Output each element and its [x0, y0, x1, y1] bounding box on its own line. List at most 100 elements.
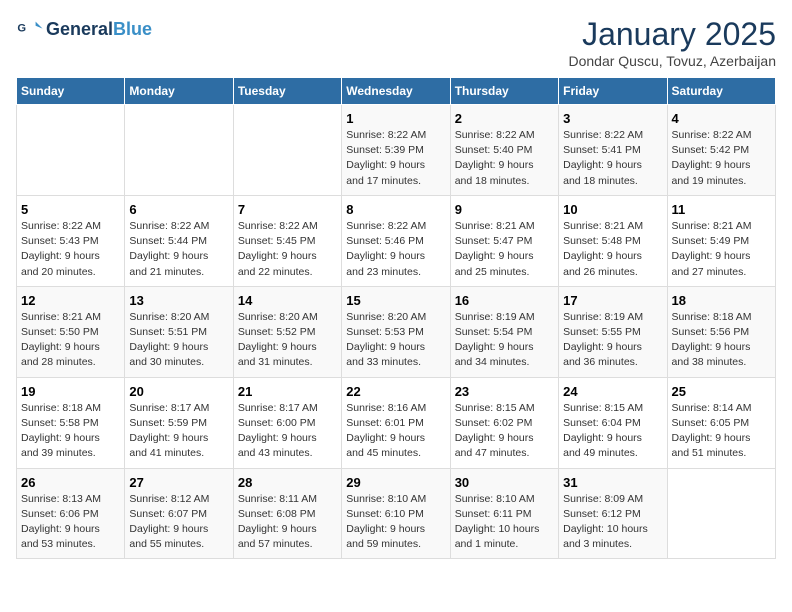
title-area: January 2025 Dondar Quscu, Tovuz, Azerba… — [568, 16, 776, 69]
day-number: 21 — [238, 384, 337, 399]
day-info: Sunrise: 8:20 AM Sunset: 5:52 PM Dayligh… — [238, 310, 337, 371]
day-info: Sunrise: 8:09 AM Sunset: 6:12 PM Dayligh… — [563, 492, 662, 553]
calendar-cell: 2 Sunrise: 8:22 AM Sunset: 5:40 PM Daylig… — [450, 105, 558, 196]
day-number: 13 — [129, 293, 228, 308]
calendar-cell: 19 Sunrise: 8:18 AM Sunset: 5:58 PM Dayli… — [17, 377, 125, 468]
day-number: 6 — [129, 202, 228, 217]
day-info: Sunrise: 8:10 AM Sunset: 6:11 PM Dayligh… — [455, 492, 554, 553]
calendar-cell: 8 Sunrise: 8:22 AM Sunset: 5:46 PM Daylig… — [342, 195, 450, 286]
day-number: 14 — [238, 293, 337, 308]
calendar-cell: 7 Sunrise: 8:22 AM Sunset: 5:45 PM Daylig… — [233, 195, 341, 286]
calendar-cell: 29 Sunrise: 8:10 AM Sunset: 6:10 PM Dayli… — [342, 468, 450, 559]
calendar-cell: 12 Sunrise: 8:21 AM Sunset: 5:50 PM Dayli… — [17, 286, 125, 377]
weekday-friday: Friday — [559, 78, 667, 105]
day-number: 25 — [672, 384, 771, 399]
day-number: 16 — [455, 293, 554, 308]
calendar-table: SundayMondayTuesdayWednesdayThursdayFrid… — [16, 77, 776, 559]
day-info: Sunrise: 8:22 AM Sunset: 5:46 PM Dayligh… — [346, 219, 445, 280]
day-info: Sunrise: 8:19 AM Sunset: 5:55 PM Dayligh… — [563, 310, 662, 371]
weekday-saturday: Saturday — [667, 78, 775, 105]
day-info: Sunrise: 8:15 AM Sunset: 6:04 PM Dayligh… — [563, 401, 662, 462]
day-info: Sunrise: 8:11 AM Sunset: 6:08 PM Dayligh… — [238, 492, 337, 553]
day-info: Sunrise: 8:22 AM Sunset: 5:42 PM Dayligh… — [672, 128, 771, 189]
day-info: Sunrise: 8:21 AM Sunset: 5:48 PM Dayligh… — [563, 219, 662, 280]
day-number: 20 — [129, 384, 228, 399]
day-info: Sunrise: 8:12 AM Sunset: 6:07 PM Dayligh… — [129, 492, 228, 553]
day-number: 28 — [238, 475, 337, 490]
calendar-cell — [17, 105, 125, 196]
weekday-wednesday: Wednesday — [342, 78, 450, 105]
calendar-cell: 26Sunrise: 8:13 AM Sunset: 6:06 PM Dayli… — [17, 468, 125, 559]
calendar-cell: 18Sunrise: 8:18 AM Sunset: 5:56 PM Dayli… — [667, 286, 775, 377]
weekday-sunday: Sunday — [17, 78, 125, 105]
day-number: 2 — [455, 111, 554, 126]
day-info: Sunrise: 8:19 AM Sunset: 5:54 PM Dayligh… — [455, 310, 554, 371]
day-info: Sunrise: 8:22 AM Sunset: 5:45 PM Dayligh… — [238, 219, 337, 280]
day-number: 18 — [672, 293, 771, 308]
calendar-cell: 20 Sunrise: 8:17 AM Sunset: 5:59 PM Dayli… — [125, 377, 233, 468]
day-info: Sunrise: 8:13 AM Sunset: 6:06 PM Dayligh… — [21, 492, 120, 553]
calendar-cell: 24Sunrise: 8:15 AM Sunset: 6:04 PM Dayli… — [559, 377, 667, 468]
day-number: 27 — [129, 475, 228, 490]
calendar-cell: 5 Sunrise: 8:22 AM Sunset: 5:43 PM Daylig… — [17, 195, 125, 286]
day-number: 30 — [455, 475, 554, 490]
day-info: Sunrise: 8:22 AM Sunset: 5:41 PM Dayligh… — [563, 128, 662, 189]
calendar-cell: 13 Sunrise: 8:20 AM Sunset: 5:51 PM Dayli… — [125, 286, 233, 377]
day-number: 10 — [563, 202, 662, 217]
calendar-cell — [125, 105, 233, 196]
day-info: Sunrise: 8:10 AM Sunset: 6:10 PM Dayligh… — [346, 492, 445, 553]
calendar-cell — [233, 105, 341, 196]
day-info: Sunrise: 8:18 AM Sunset: 5:58 PM Dayligh… — [21, 401, 120, 462]
calendar-cell: 27 Sunrise: 8:12 AM Sunset: 6:07 PM Dayli… — [125, 468, 233, 559]
logo-icon: G — [16, 16, 44, 44]
day-info: Sunrise: 8:20 AM Sunset: 5:51 PM Dayligh… — [129, 310, 228, 371]
calendar-week-4: 19 Sunrise: 8:18 AM Sunset: 5:58 PM Dayli… — [17, 377, 776, 468]
weekday-thursday: Thursday — [450, 78, 558, 105]
month-title: January 2025 — [568, 16, 776, 53]
weekday-header-row: SundayMondayTuesdayWednesdayThursdayFrid… — [17, 78, 776, 105]
calendar-week-3: 12 Sunrise: 8:21 AM Sunset: 5:50 PM Dayli… — [17, 286, 776, 377]
calendar-week-1: 1 Sunrise: 8:22 AM Sunset: 5:39 PM Daylig… — [17, 105, 776, 196]
day-info: Sunrise: 8:22 AM Sunset: 5:43 PM Dayligh… — [21, 219, 120, 280]
header: G GeneralBlue January 2025 Dondar Quscu,… — [16, 16, 776, 69]
calendar-cell: 6 Sunrise: 8:22 AM Sunset: 5:44 PM Daylig… — [125, 195, 233, 286]
day-info: Sunrise: 8:17 AM Sunset: 6:00 PM Dayligh… — [238, 401, 337, 462]
weekday-monday: Monday — [125, 78, 233, 105]
day-info: Sunrise: 8:21 AM Sunset: 5:50 PM Dayligh… — [21, 310, 120, 371]
day-number: 11 — [672, 202, 771, 217]
day-info: Sunrise: 8:16 AM Sunset: 6:01 PM Dayligh… — [346, 401, 445, 462]
logo: G GeneralBlue — [16, 16, 152, 44]
calendar-cell: 28 Sunrise: 8:11 AM Sunset: 6:08 PM Dayli… — [233, 468, 341, 559]
day-info: Sunrise: 8:17 AM Sunset: 5:59 PM Dayligh… — [129, 401, 228, 462]
day-number: 4 — [672, 111, 771, 126]
calendar-cell: 10 Sunrise: 8:21 AM Sunset: 5:48 PM Dayli… — [559, 195, 667, 286]
calendar-cell: 1 Sunrise: 8:22 AM Sunset: 5:39 PM Daylig… — [342, 105, 450, 196]
calendar-cell — [667, 468, 775, 559]
day-info: Sunrise: 8:15 AM Sunset: 6:02 PM Dayligh… — [455, 401, 554, 462]
day-number: 1 — [346, 111, 445, 126]
day-number: 12 — [21, 293, 120, 308]
calendar-cell: 14 Sunrise: 8:20 AM Sunset: 5:52 PM Dayli… — [233, 286, 341, 377]
day-info: Sunrise: 8:21 AM Sunset: 5:49 PM Dayligh… — [672, 219, 771, 280]
location-subtitle: Dondar Quscu, Tovuz, Azerbaijan — [568, 53, 776, 69]
calendar-cell: 15 Sunrise: 8:20 AM Sunset: 5:53 PM Dayli… — [342, 286, 450, 377]
day-number: 5 — [21, 202, 120, 217]
calendar-cell: 23Sunrise: 8:15 AM Sunset: 6:02 PM Dayli… — [450, 377, 558, 468]
day-info: Sunrise: 8:20 AM Sunset: 5:53 PM Dayligh… — [346, 310, 445, 371]
day-number: 15 — [346, 293, 445, 308]
day-info: Sunrise: 8:22 AM Sunset: 5:44 PM Dayligh… — [129, 219, 228, 280]
day-info: Sunrise: 8:22 AM Sunset: 5:40 PM Dayligh… — [455, 128, 554, 189]
day-info: Sunrise: 8:21 AM Sunset: 5:47 PM Dayligh… — [455, 219, 554, 280]
day-number: 7 — [238, 202, 337, 217]
calendar-week-2: 5 Sunrise: 8:22 AM Sunset: 5:43 PM Daylig… — [17, 195, 776, 286]
day-number: 8 — [346, 202, 445, 217]
calendar-cell: 25Sunrise: 8:14 AM Sunset: 6:05 PM Dayli… — [667, 377, 775, 468]
calendar-cell: 31Sunrise: 8:09 AM Sunset: 6:12 PM Dayli… — [559, 468, 667, 559]
day-number: 19 — [21, 384, 120, 399]
day-number: 9 — [455, 202, 554, 217]
day-number: 29 — [346, 475, 445, 490]
calendar-week-5: 26Sunrise: 8:13 AM Sunset: 6:06 PM Dayli… — [17, 468, 776, 559]
calendar-cell: 4 Sunrise: 8:22 AM Sunset: 5:42 PM Daylig… — [667, 105, 775, 196]
day-info: Sunrise: 8:22 AM Sunset: 5:39 PM Dayligh… — [346, 128, 445, 189]
calendar-cell: 30 Sunrise: 8:10 AM Sunset: 6:11 PM Dayli… — [450, 468, 558, 559]
